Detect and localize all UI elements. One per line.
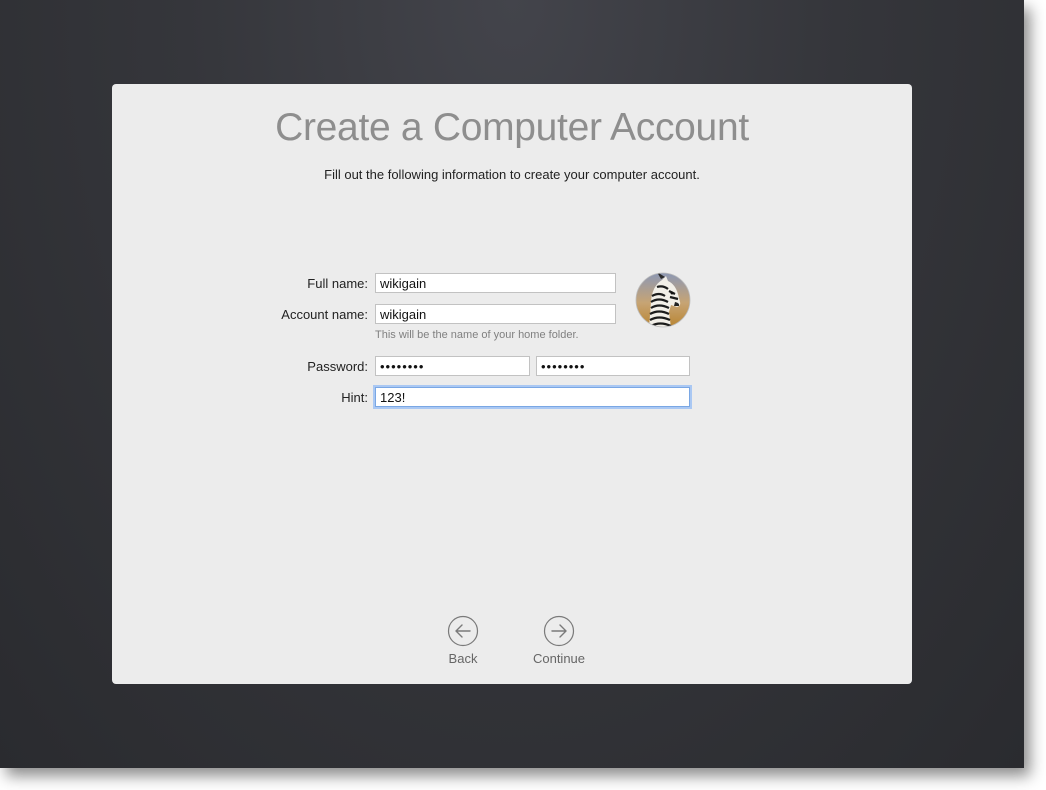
password-field[interactable] [375,356,530,376]
page-title: Create a Computer Account [275,106,749,149]
back-label: Back [448,651,478,666]
account-name-field[interactable] [375,304,616,324]
verify-password-field[interactable] [536,356,690,376]
page-subtitle: Fill out the following information to cr… [324,167,700,182]
full-name-label: Full name: [307,276,368,291]
continue-button[interactable]: Continue [524,615,594,666]
back-button[interactable]: Back [428,615,498,666]
account-name-label: Account name: [281,307,368,322]
arrow-left-icon [447,615,479,647]
password-label: Password: [307,359,368,374]
hint-label: Hint: [341,390,368,405]
hint-field[interactable] [375,387,690,407]
account-name-help: This will be the name of your home folde… [375,329,579,341]
desktop-background: Create a Computer Account Fill out the f… [0,0,1024,768]
arrow-right-icon [543,615,575,647]
continue-label: Continue [532,651,586,666]
setup-panel: Create a Computer Account Fill out the f… [112,84,912,684]
zebra-avatar-icon[interactable] [635,272,691,328]
full-name-field[interactable] [375,273,616,293]
